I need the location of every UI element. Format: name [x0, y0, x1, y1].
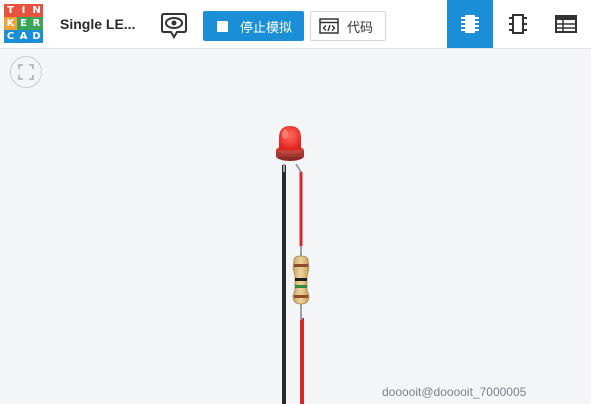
logo-letter: R	[30, 17, 43, 30]
resistor[interactable]	[292, 246, 310, 320]
logo-letter: I	[17, 4, 30, 17]
stop-simulation-label: 停止模拟	[240, 19, 293, 35]
logo-letter: T	[4, 4, 17, 17]
top-toolbar: TINKERCAD Single LE... 停止模拟 代码	[0, 0, 591, 49]
code-icon	[319, 18, 339, 34]
resistor-band-3	[295, 285, 307, 288]
components-icon	[461, 15, 479, 33]
logo-letter: K	[4, 17, 17, 30]
resistor-band-4	[294, 295, 308, 298]
code-label: 代码	[347, 19, 374, 35]
eye-icon[interactable]	[160, 10, 188, 40]
watermark: dooooit@dooooit_7000005	[382, 385, 527, 399]
design-title[interactable]: Single LE...	[60, 16, 135, 32]
led-red[interactable]	[276, 126, 304, 161]
schematic-icon	[509, 14, 527, 34]
list-icon	[555, 15, 577, 33]
logo-letter: N	[30, 4, 43, 17]
logo-letter: D	[30, 30, 43, 43]
logo-letter: A	[17, 30, 30, 43]
stop-simulation-button[interactable]: 停止模拟	[203, 11, 304, 41]
resistor-band-1	[294, 264, 308, 267]
circuit-canvas[interactable]	[0, 48, 591, 404]
stop-icon	[217, 20, 228, 32]
resistor-band-2	[295, 278, 307, 281]
logo-letter: C	[4, 30, 17, 43]
component-list-button[interactable]	[543, 0, 589, 48]
components-view-button[interactable]	[447, 0, 493, 48]
tinkercad-logo[interactable]: TINKERCAD	[4, 4, 44, 44]
code-button[interactable]: 代码	[310, 11, 386, 41]
schematic-view-button[interactable]	[495, 0, 541, 48]
logo-letter: E	[17, 17, 30, 30]
